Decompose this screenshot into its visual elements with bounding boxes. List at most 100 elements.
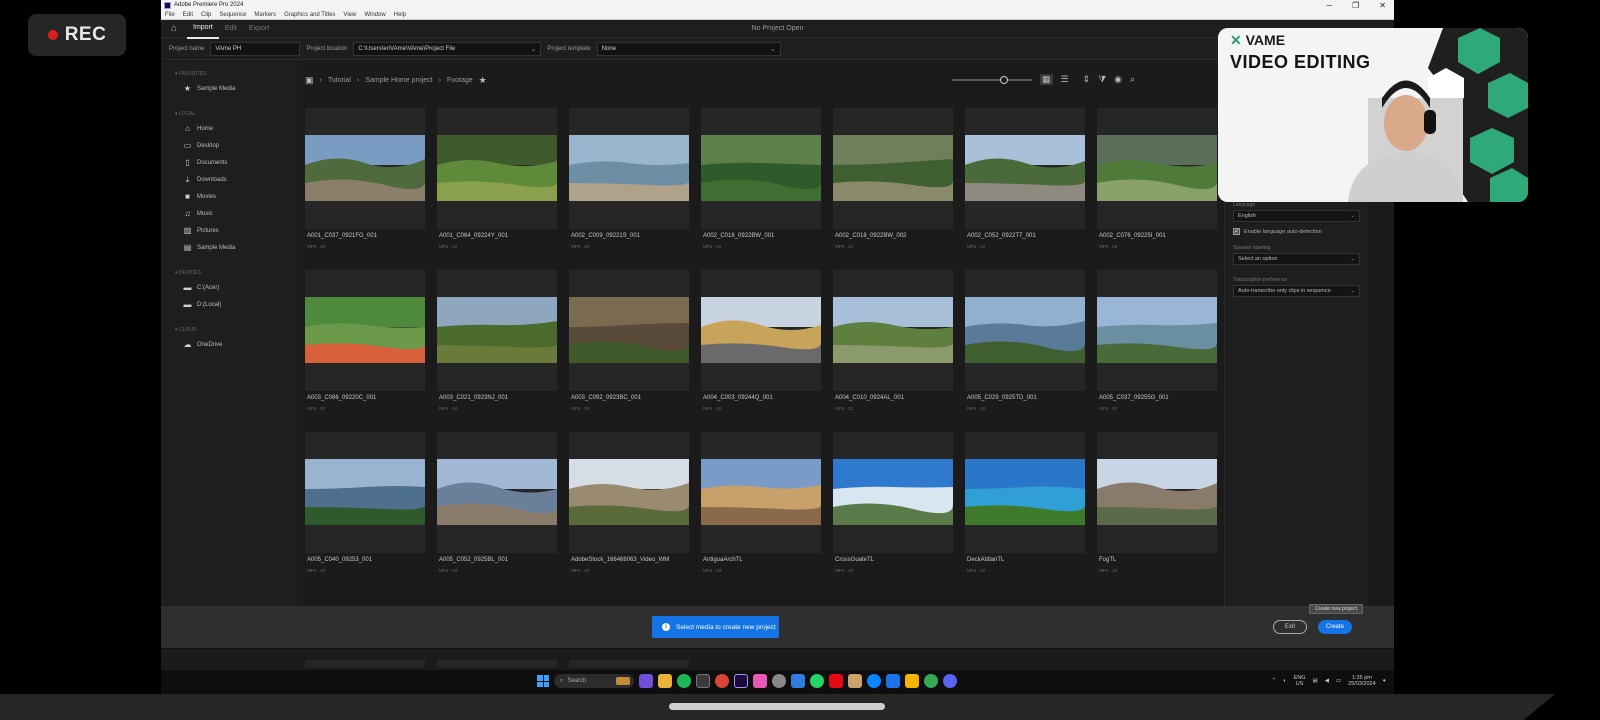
clip-thumbnail[interactable] — [833, 459, 953, 525]
notification-icon[interactable]: ● — [1383, 678, 1386, 684]
clip-thumbnail[interactable] — [305, 297, 425, 363]
menu-sequence[interactable]: Sequence — [219, 12, 246, 18]
sidebar-item-onedrive[interactable]: ☁ OneDrive — [161, 336, 297, 353]
project-name-input[interactable]: VAme PH — [210, 41, 301, 56]
taskbar-search[interactable]: ⌕ Search — [554, 674, 634, 688]
media-card[interactable]: AntiguaArchTL MP4 · 03 — [701, 432, 821, 573]
list-view-icon[interactable]: ☰ — [1061, 74, 1069, 85]
menu-markers[interactable]: Markers — [254, 12, 276, 18]
store-icon[interactable] — [696, 674, 710, 688]
chrome-icon[interactable] — [715, 674, 729, 688]
visibility-icon[interactable]: ◉ — [1114, 74, 1122, 85]
media-card[interactable]: A003_C092_0923BC_001 MP4 · 03 — [569, 270, 689, 411]
messenger-icon[interactable] — [639, 674, 653, 688]
sidebar-item-documents[interactable]: ▯ Documents — [161, 154, 297, 171]
tray-app-icon[interactable]: ◐ — [1283, 678, 1286, 684]
project-location-select[interactable]: C:\Users\eriVAme\VAme\Project File ⌄ — [353, 41, 542, 56]
auto-detect-checkbox[interactable]: ✓ Enable language auto-detection — [1233, 228, 1360, 235]
media-card[interactable]: A004_C003_09244Q_001 MP4 · 02 — [701, 270, 821, 411]
app-icon[interactable] — [772, 674, 786, 688]
sidebar-item-movies[interactable]: ■ Movies — [161, 188, 297, 205]
app-icon[interactable] — [791, 674, 805, 688]
clip-thumbnail[interactable] — [833, 297, 953, 363]
clip-thumbnail[interactable] — [437, 459, 557, 525]
tab-export[interactable]: Export — [243, 20, 275, 38]
maximize-icon[interactable]: ❐ — [1352, 1, 1359, 10]
app-icon[interactable] — [886, 674, 900, 688]
minimize-icon[interactable]: ─ — [1326, 1, 1332, 10]
media-card[interactable]: A005_C040_09253_001 MP4 · 02 — [305, 432, 425, 573]
sidebar-item-drive-d[interactable]: ▬ D:(Local) — [161, 296, 297, 313]
media-card[interactable]: AdobeStock_166468063_Video_WM MP4 · 02 — [569, 432, 689, 573]
media-card[interactable]: A002_C018_0922BW_001 MP4 · 01 — [701, 108, 821, 249]
sidebar-item-drive-c[interactable]: ▬ C:(Acer) — [161, 279, 297, 296]
media-card[interactable]: A003_C021_0923NJ_001 MP4 · 04 — [437, 270, 557, 411]
media-card[interactable]: A002_C018_0922BW_002 MP4 · 01 — [833, 108, 953, 249]
netflix-icon[interactable] — [829, 674, 843, 688]
app-icon[interactable] — [848, 674, 862, 688]
breadcrumb-item[interactable]: Tutorial — [328, 77, 351, 84]
clip-thumbnail[interactable] — [569, 135, 689, 201]
media-card[interactable]: A005_C029_0925TD_001 MP4 · 02 — [965, 270, 1085, 411]
media-card[interactable]: A004_C010_0924AL_001 MP4 · 01 — [833, 270, 953, 411]
sidebar-item-sample-media[interactable]: ★ Sample Media — [161, 80, 297, 97]
search-icon[interactable]: ⌕ — [1130, 74, 1135, 85]
sidebar-heading[interactable]: ▾ DEVICES — [161, 265, 297, 279]
premiere-taskbar-icon[interactable] — [734, 674, 748, 688]
breadcrumb-item[interactable]: Sample Home project — [365, 77, 432, 84]
clip-thumbnail[interactable] — [833, 135, 953, 201]
chrome-icon[interactable] — [924, 674, 938, 688]
network-icon[interactable]: ▤ — [1313, 678, 1318, 684]
checkbox-checked-icon[interactable]: ✓ — [1233, 228, 1240, 235]
battery-icon[interactable]: ▭ — [1336, 678, 1341, 684]
clip-thumbnail[interactable] — [569, 459, 689, 525]
file-explorer-icon[interactable] — [658, 674, 672, 688]
clip-thumbnail[interactable] — [569, 297, 689, 363]
media-card[interactable]: A002_C052_0922T7_001 MP4 · 02 — [965, 108, 1085, 249]
sidebar-heading[interactable]: ▾ LOCAL — [161, 106, 297, 120]
language-indicator[interactable]: ENG US — [1294, 675, 1306, 687]
folder-icon[interactable]: ▣ — [305, 75, 314, 86]
whatsapp-icon[interactable] — [810, 674, 824, 688]
media-card[interactable]: FogTL MP4 · 04 — [1097, 432, 1217, 573]
media-card[interactable]: DeckAtitlanTL MP4 · 02 — [965, 432, 1085, 573]
clip-thumbnail[interactable] — [1097, 135, 1217, 201]
clip-thumbnail[interactable] — [701, 135, 821, 201]
clip-thumbnail[interactable] — [1097, 297, 1217, 363]
menu-view[interactable]: View — [343, 12, 356, 18]
speaker-select[interactable]: Select an option ⌄ — [1233, 253, 1360, 265]
menu-file[interactable]: File — [165, 12, 175, 18]
sidebar-item-desktop[interactable]: ▭ Desktop — [161, 137, 297, 154]
breadcrumb-item[interactable]: Footage — [447, 77, 473, 84]
app-icon[interactable] — [753, 674, 767, 688]
media-card[interactable]: CrossGuateTL MP4 · 02 — [833, 432, 953, 573]
clip-thumbnail[interactable] — [305, 135, 425, 201]
favorite-star-icon[interactable]: ★ — [479, 75, 487, 86]
sidebar-heading[interactable]: ▾ FAVORITES — [161, 66, 297, 80]
thumbnail-size-slider[interactable] — [952, 75, 1032, 84]
grid-view-icon[interactable]: ▦ — [1040, 74, 1053, 85]
windows-start-icon[interactable] — [537, 675, 549, 687]
taskbar-clock[interactable]: 1:35 pm 25/03/2024 — [1348, 675, 1376, 687]
volume-icon[interactable]: ◀ — [1325, 678, 1329, 684]
media-card[interactable]: A002_C076_09225I_001 MP4 · 05 — [1097, 108, 1217, 249]
clip-thumbnail[interactable] — [1097, 459, 1217, 525]
clip-thumbnail[interactable] — [965, 459, 1085, 525]
language-select[interactable]: English ⌄ — [1233, 210, 1360, 222]
sort-icon[interactable]: ⇕ — [1083, 74, 1091, 85]
tab-import[interactable]: Import — [187, 19, 219, 39]
sidebar-item-music[interactable]: ♫ Music — [161, 205, 297, 222]
media-card[interactable]: A005_C037_09255G_001 MP4 · 02 — [1097, 270, 1217, 411]
clip-thumbnail[interactable] — [965, 297, 1085, 363]
media-card[interactable]: A001_C064_09224Y_001 MP4 · 02 — [437, 108, 557, 249]
exit-button[interactable]: Exit — [1273, 620, 1307, 634]
create-button[interactable]: Create — [1318, 620, 1352, 634]
project-template-select[interactable]: None ⌄ — [596, 41, 781, 56]
sidebar-item-pictures[interactable]: ▨ Pictures — [161, 222, 297, 239]
media-card[interactable]: A001_C037_0921FG_001 MP4 · 02 — [305, 108, 425, 249]
sidebar-item-downloads[interactable]: ⤓ Downloads — [161, 171, 297, 188]
sidebar-item-home[interactable]: ⌂ Home — [161, 120, 297, 137]
spotify-icon[interactable] — [677, 674, 691, 688]
close-icon[interactable]: ✕ — [1379, 1, 1386, 10]
sidebar-item-sample-media-local[interactable]: ▤ Sample Media — [161, 239, 297, 256]
